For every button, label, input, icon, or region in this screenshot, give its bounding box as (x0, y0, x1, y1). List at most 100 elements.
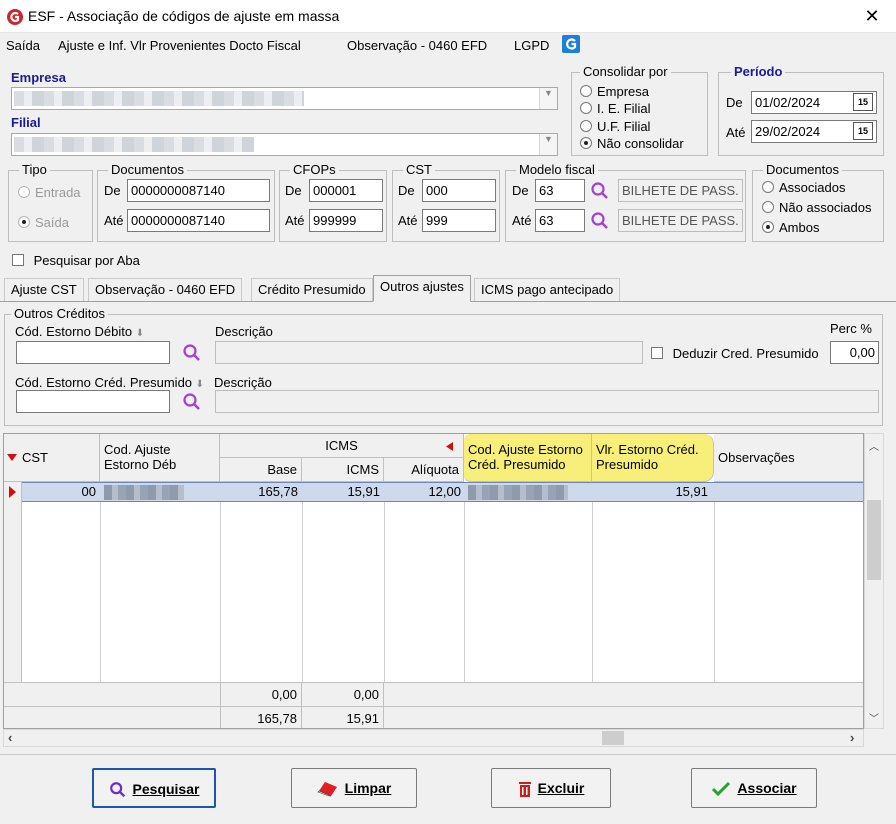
filial-combo[interactable]: ▼ (11, 133, 558, 156)
grid-line (592, 482, 593, 682)
perc-input[interactable]: 0,00 (830, 341, 879, 364)
doc-ate-input[interactable]: 0000000087140 (127, 209, 270, 232)
cod-debito-input[interactable] (16, 341, 170, 364)
doc-ate-label: Até (104, 213, 124, 228)
descricao2-label: Descrição (214, 375, 272, 390)
chevron-down-icon[interactable]: ▼ (539, 134, 557, 155)
tab-outros-ajustes[interactable]: Outros ajustes (373, 275, 471, 302)
checkbox-icon[interactable] (651, 347, 663, 359)
excluir-button[interactable]: Excluir (491, 768, 611, 808)
lgpd-icon[interactable] (562, 35, 580, 53)
modelo-group: Modelo fiscal De 63 BILHETE DE PASS. Até… (505, 162, 746, 242)
col-icms[interactable]: ICMS (302, 458, 384, 482)
cod-presumido-label: Cód. Estorno Créd. Presumido ⬇ (15, 375, 205, 390)
grid-line (714, 482, 715, 682)
title-bar: ESF - Associação de códigos de ajuste em… (0, 0, 896, 33)
cfop-de-input[interactable]: 000001 (309, 179, 383, 202)
arrow-down-icon: ⬇ (195, 379, 205, 390)
col-aliquota[interactable]: Alíquota (384, 458, 464, 482)
search-icon[interactable] (182, 392, 202, 412)
documentos-assoc-group: Documentos Associados Não associados Amb… (752, 162, 884, 242)
tab-observacao[interactable]: Observação - 0460 EFD (88, 278, 243, 301)
chevron-down-icon[interactable]: ▼ (539, 88, 557, 109)
eraser-icon (317, 782, 337, 797)
scroll-up-icon[interactable]: ︿ (869, 438, 879, 453)
data-grid[interactable]: CST Cod. Ajuste Estorno Déb ICMS Base IC… (3, 433, 864, 729)
menu-ajuste[interactable]: Ajuste e Inf. Vlr Provenientes Docto Fis… (58, 38, 301, 53)
col-vlr-estorno[interactable]: Vlr. Estorno Créd. Presumido (592, 434, 714, 482)
radio-nao-associados[interactable]: Não associados (762, 200, 872, 215)
tab-icms-pago[interactable]: ICMS pago antecipado (474, 278, 621, 301)
scroll-left-icon[interactable]: ‹ (8, 730, 12, 745)
scroll-right-icon[interactable]: › (850, 730, 854, 745)
periodo-title: Período (731, 64, 786, 79)
col-cst[interactable]: CST (4, 434, 100, 482)
calendar-icon[interactable]: 15 (853, 122, 873, 140)
cst-de-input[interactable]: 000 (422, 179, 496, 202)
checkmark-icon (712, 782, 731, 797)
search-icon[interactable] (182, 343, 202, 363)
vertical-scrollbar[interactable]: ︿ ﹀ (864, 433, 884, 729)
scroll-thumb-h[interactable] (602, 731, 624, 745)
cell-icms[interactable]: 15,91 (302, 484, 380, 499)
col-icms-group: ICMS (220, 434, 464, 458)
tab-credito-presumido[interactable]: Crédito Presumido (251, 278, 373, 301)
search-icon[interactable] (590, 211, 610, 231)
cfop-ate-input[interactable]: 999999 (309, 209, 383, 232)
outros-creditos-group: Outros Créditos Cód. Estorno Débito ⬇ De… (4, 306, 883, 426)
scroll-thumb[interactable] (867, 500, 881, 580)
pesquisar-aba-checkbox[interactable]: Pesquisar por Aba (12, 253, 140, 268)
radio-uf-filial[interactable]: U.F. Filial (580, 119, 650, 134)
consolidar-title: Consolidar por (580, 64, 671, 79)
tipo-title: Tipo (19, 162, 50, 177)
associar-button[interactable]: Associar (691, 768, 817, 808)
cell-vlr-estorno[interactable]: 15,91 (592, 484, 708, 499)
cst-group: CST De 000 Até 999 (392, 162, 500, 242)
descricao2-field (215, 390, 879, 413)
cell-aliquota[interactable]: 12,00 (384, 484, 461, 499)
col-cod-ajuste[interactable]: Cod. Ajuste Estorno Déb (100, 434, 220, 482)
modelo-ate-input[interactable]: 63 (535, 209, 585, 232)
documentos-title: Documentos (108, 162, 187, 177)
cod-presumido-input[interactable] (16, 390, 170, 413)
limpar-button[interactable]: Limpar (291, 768, 417, 808)
menu-lgpd[interactable]: LGPD (514, 38, 549, 53)
footer1-icms: 0,00 (302, 683, 384, 706)
cst-ate-input[interactable]: 999 (422, 209, 496, 232)
cell-cst[interactable]: 00 (22, 484, 96, 499)
radio-empresa[interactable]: Empresa (580, 84, 649, 99)
col-base[interactable]: Base (220, 458, 302, 482)
radio-entrada[interactable]: Entrada (18, 185, 81, 200)
checkbox-icon[interactable] (12, 254, 24, 266)
close-button[interactable]: ✕ (858, 4, 886, 28)
cell-cod-ajuste-redacted[interactable] (104, 485, 184, 500)
menu-observacao[interactable]: Observação - 0460 EFD (347, 38, 487, 53)
modelo-de-input[interactable]: 63 (535, 179, 585, 202)
search-icon[interactable] (590, 181, 610, 201)
radio-associados[interactable]: Associados (762, 180, 845, 195)
tab-ajuste-cst[interactable]: Ajuste CST (4, 278, 84, 301)
app-logo-icon (7, 9, 23, 25)
scroll-down-icon[interactable]: ﹀ (869, 710, 879, 725)
menu-saida[interactable]: Saída (6, 38, 40, 53)
deduzir-checkbox[interactable]: Deduzir Cred. Presumido (651, 346, 819, 361)
doc-de-input[interactable]: 0000000087140 (127, 179, 270, 202)
radio-ambos[interactable]: Ambos (762, 220, 819, 235)
radio-nao-consolidar[interactable]: Não consolidar (580, 136, 684, 151)
collapse-arrow-icon[interactable] (446, 442, 453, 451)
radio-ie-filial[interactable]: I. E. Filial (580, 101, 650, 116)
empresa-combo[interactable]: ▼ (11, 87, 558, 110)
col-cod-estorno-presumido[interactable]: Cod. Ajuste Estorno Créd. Presumido (464, 434, 592, 482)
pesquisar-button[interactable]: Pesquisar (92, 768, 216, 808)
grid-line (464, 482, 465, 682)
col-observacoes[interactable]: Observações (714, 434, 863, 482)
horizontal-scrollbar[interactable]: ‹ › (3, 729, 864, 747)
cell-cod-estorno-redacted[interactable] (468, 485, 568, 500)
cfop-ate-label: Até (285, 213, 305, 228)
radio-saida[interactable]: Saída (18, 215, 69, 230)
cell-base[interactable]: 165,78 (220, 484, 298, 499)
cst-ate-label: Até (398, 213, 418, 228)
calendar-icon[interactable]: 15 (853, 93, 873, 111)
footer2-icms: 15,91 (302, 707, 384, 728)
perc-label: Perc % (830, 321, 872, 336)
